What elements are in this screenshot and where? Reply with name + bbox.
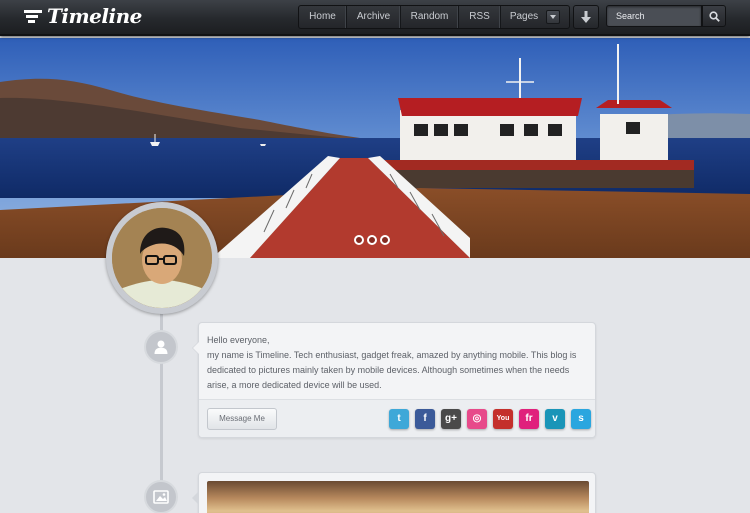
nav-home[interactable]: Home (299, 6, 347, 28)
message-me-button[interactable]: Message Me (207, 408, 277, 430)
dribbble-icon[interactable]: ◎ (467, 409, 487, 429)
logo-icon (24, 10, 42, 23)
image-icon (153, 490, 169, 504)
google-plus-icon[interactable]: g+ (441, 409, 461, 429)
youtube-icon[interactable]: You (493, 409, 513, 429)
about-text: Hello everyone, my name is Timeline. Tec… (199, 323, 595, 393)
facebook-icon[interactable]: f (415, 409, 435, 429)
photo-post-card (192, 472, 596, 513)
slider-dot[interactable] (380, 235, 390, 245)
slider-dot[interactable] (354, 235, 364, 245)
nav-random[interactable]: Random (401, 6, 459, 28)
timeline-node-about (144, 330, 178, 364)
search-button[interactable] (702, 5, 726, 27)
arrow-down-icon (581, 11, 591, 23)
logo-text: Timeline (47, 4, 142, 28)
download-button[interactable] (573, 5, 599, 29)
nav-rss[interactable]: RSS (459, 6, 501, 28)
flickr-icon[interactable]: fr (519, 409, 539, 429)
timeline-node-photo (144, 480, 178, 513)
nav-pages-label: Pages (509, 11, 539, 22)
skype-icon[interactable]: s (571, 409, 591, 429)
search-icon (708, 10, 720, 22)
social-icons: t f g+ ◎ You fr v s (389, 409, 591, 429)
about-greeting: Hello everyone, (207, 335, 270, 345)
slider-dots (354, 235, 390, 245)
post-photo[interactable] (207, 481, 589, 513)
nav-pages[interactable]: Pages (501, 6, 569, 28)
twitter-icon[interactable]: t (389, 409, 409, 429)
avatar-image (112, 208, 212, 308)
slider-dot[interactable] (367, 235, 377, 245)
about-card: Hello everyone, my name is Timeline. Tec… (192, 322, 596, 438)
profile-avatar[interactable] (106, 202, 218, 314)
search-input[interactable] (606, 5, 702, 27)
vimeo-icon[interactable]: v (545, 409, 565, 429)
user-icon (154, 340, 168, 354)
about-body: my name is Timeline. Tech enthusiast, ga… (207, 350, 577, 390)
about-card-footer: Message Me t f g+ ◎ You fr v s (199, 399, 595, 437)
hero-banner-image (0, 38, 750, 258)
top-navigation-bar: Timeline Home Archive Random RSS Pages (0, 0, 750, 36)
main-nav: Home Archive Random RSS Pages (298, 5, 570, 29)
chevron-down-icon[interactable] (546, 10, 561, 24)
nav-archive[interactable]: Archive (347, 6, 401, 28)
site-logo[interactable]: Timeline (24, 3, 142, 29)
